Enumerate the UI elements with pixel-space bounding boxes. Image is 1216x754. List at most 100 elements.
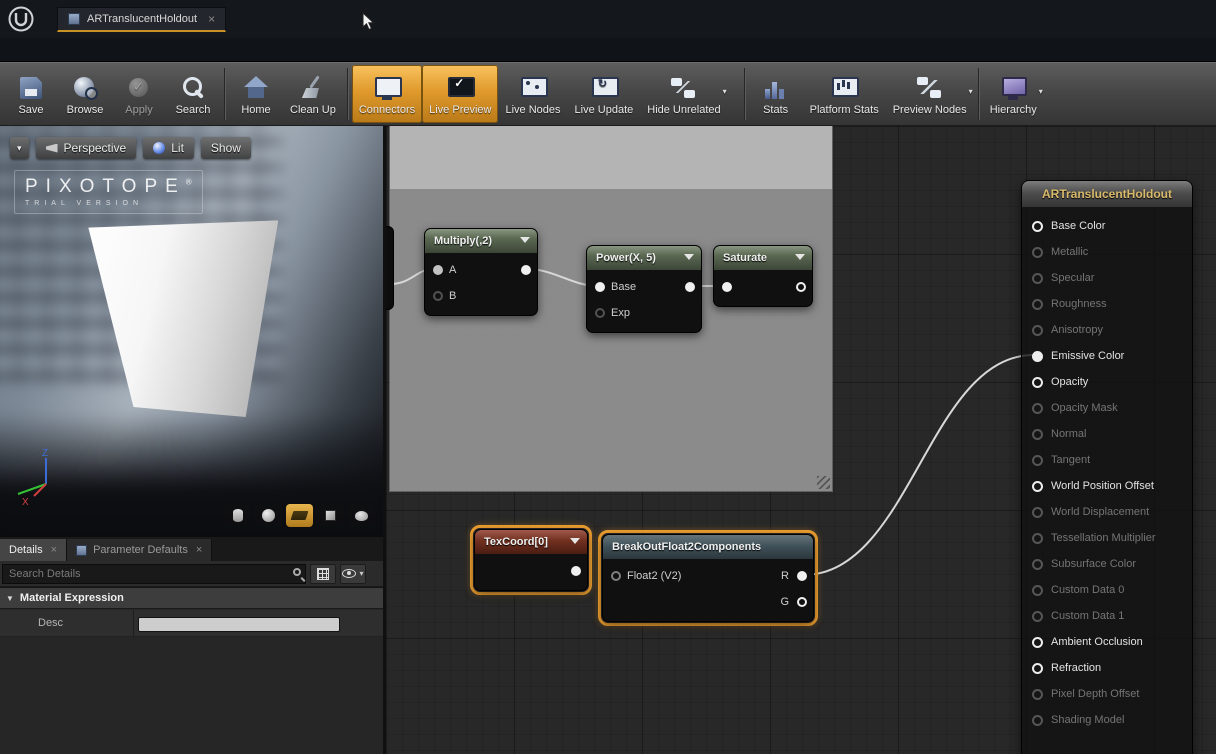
pin-icon[interactable] — [1032, 715, 1043, 726]
material-pin-row[interactable]: Emissive Color — [1022, 343, 1192, 369]
toolbar-button[interactable]: Stats ▾ — [749, 65, 803, 123]
node-header[interactable]: Power(X, 5) — [587, 246, 701, 270]
material-pin-row[interactable]: Subsurface Color — [1022, 551, 1192, 577]
dropdown-caret-icon[interactable]: ▾ — [1039, 87, 1043, 96]
pin-icon[interactable] — [1032, 299, 1043, 310]
toolbar-button[interactable]: Connectors ▾ — [352, 65, 422, 123]
partially-visible-node[interactable] — [386, 226, 394, 310]
pin-icon[interactable] — [1032, 221, 1043, 232]
material-pin-row[interactable]: Normal — [1022, 421, 1192, 447]
show-button[interactable]: Show — [201, 137, 251, 159]
input-pin-float2[interactable] — [611, 571, 621, 581]
document-tab[interactable]: ARTranslucentHoldout × — [57, 7, 226, 32]
collapse-caret-icon[interactable] — [795, 254, 805, 260]
node-header[interactable]: Multiply(,2) — [425, 229, 537, 253]
pin-icon[interactable] — [1032, 611, 1043, 622]
shape-teapot-button[interactable] — [348, 504, 375, 527]
material-pin-row[interactable]: Ambient Occlusion — [1022, 629, 1192, 655]
output-pin[interactable] — [521, 265, 531, 275]
material-node-header[interactable]: ARTranslucentHoldout — [1022, 181, 1192, 207]
toolbar-button[interactable]: Search ▾ — [166, 65, 220, 123]
material-pin-row[interactable]: Opacity Mask — [1022, 395, 1192, 421]
shape-plane-button[interactable] — [286, 504, 313, 527]
tab-details[interactable]: Details × — [0, 539, 67, 561]
shape-cylinder-button[interactable] — [224, 504, 251, 527]
material-pin-row[interactable]: Anisotropy — [1022, 317, 1192, 343]
toolbar-button[interactable]: Hide Unrelated ▾ — [640, 65, 727, 123]
material-pin-row[interactable]: Pixel Depth Offset — [1022, 681, 1192, 707]
material-pin-row[interactable]: Refraction — [1022, 655, 1192, 681]
pin-icon[interactable] — [1032, 507, 1043, 518]
toolbar-button[interactable]: Save ▾ — [4, 65, 58, 123]
toolbar-button[interactable]: Home ▾ — [229, 65, 283, 123]
pin-icon[interactable] — [1032, 533, 1043, 544]
pin-icon[interactable] — [1032, 429, 1043, 440]
pin-icon[interactable] — [1032, 663, 1043, 674]
node-header[interactable]: BreakOutFloat2Components — [603, 535, 813, 559]
material-pin-row[interactable]: Shading Model — [1022, 707, 1192, 733]
collapse-triangle-icon[interactable]: ▼ — [6, 594, 14, 603]
toolbar-button[interactable]: Apply ▾ — [112, 65, 166, 123]
pin-icon[interactable] — [1032, 325, 1043, 336]
viewport-options-dropdown[interactable]: ▾ — [10, 137, 29, 159]
shape-sphere-button[interactable] — [255, 504, 282, 527]
search-details-input[interactable] — [2, 564, 306, 584]
pin-icon[interactable] — [1032, 403, 1043, 414]
comment-resize-handle[interactable] — [817, 476, 830, 489]
input-pin-a[interactable] — [433, 265, 443, 275]
toolbar-button[interactable]: Live Preview ▾ — [422, 65, 498, 123]
lit-mode-button[interactable]: Lit — [143, 137, 194, 159]
menu-item[interactable] — [82, 47, 108, 53]
material-pin-row[interactable]: Tangent — [1022, 447, 1192, 473]
node-power[interactable]: Power(X, 5) Base Exp — [586, 245, 702, 333]
menu-item[interactable] — [56, 47, 82, 53]
collapse-caret-icon[interactable] — [520, 237, 530, 243]
pin-icon[interactable] — [1032, 455, 1043, 466]
node-multiply[interactable]: Multiply(,2) A B — [424, 228, 538, 316]
output-pin[interactable] — [796, 282, 806, 292]
node-saturate[interactable]: Saturate — [713, 245, 813, 307]
toolbar-button[interactable]: Live Nodes ▾ — [498, 65, 567, 123]
toolbar-button[interactable]: Platform Stats ▾ — [803, 65, 886, 123]
pin-icon[interactable] — [1032, 273, 1043, 284]
toolbar-button[interactable]: Clean Up ▾ — [283, 65, 343, 123]
material-pin-row[interactable]: Base Color — [1022, 213, 1192, 239]
node-header[interactable]: Saturate — [714, 246, 812, 270]
output-pin[interactable] — [571, 566, 581, 576]
node-texcoord[interactable]: TexCoord[0] — [474, 529, 588, 591]
pin-icon[interactable] — [1032, 585, 1043, 596]
material-pin-row[interactable]: World Displacement — [1022, 499, 1192, 525]
tab-close-icon[interactable]: × — [208, 12, 215, 26]
comment-node-header[interactable] — [390, 126, 832, 189]
pin-icon[interactable] — [1032, 377, 1043, 388]
material-pin-row[interactable]: Opacity — [1022, 369, 1192, 395]
material-pin-row[interactable]: Tessellation Multiplier — [1022, 525, 1192, 551]
pin-icon[interactable] — [1032, 247, 1043, 258]
input-pin-exp[interactable] — [595, 308, 605, 318]
menu-item[interactable] — [108, 47, 134, 53]
material-pin-row[interactable]: Specular — [1022, 265, 1192, 291]
desc-input[interactable] — [138, 617, 340, 632]
preview-viewport[interactable]: ▾ Perspective Lit Show PIXOTOPE® TRIAL V… — [0, 126, 383, 537]
material-pin-row[interactable]: Roughness — [1022, 291, 1192, 317]
dropdown-caret-icon[interactable]: ▾ — [723, 87, 727, 96]
tab-parameter-defaults[interactable]: Parameter Defaults × — [67, 539, 212, 561]
material-pin-row[interactable]: Custom Data 0 — [1022, 577, 1192, 603]
pin-icon[interactable] — [1032, 637, 1043, 648]
collapse-caret-icon[interactable] — [570, 538, 580, 544]
pin-icon[interactable] — [1032, 559, 1043, 570]
shape-cube-button[interactable] — [317, 504, 344, 527]
perspective-button[interactable]: Perspective — [36, 137, 137, 159]
pin-icon[interactable] — [1032, 351, 1043, 362]
node-header[interactable]: TexCoord[0] — [475, 530, 587, 554]
output-pin-g[interactable] — [797, 597, 807, 607]
material-pin-row[interactable]: World Position Offset — [1022, 473, 1192, 499]
input-pin-b[interactable] — [433, 291, 443, 301]
node-breakoutfloat2components[interactable]: BreakOutFloat2Components Float2 (V2) R G — [602, 534, 814, 622]
toolbar-button[interactable]: Browse ▾ — [58, 65, 112, 123]
input-pin-base[interactable] — [595, 282, 605, 292]
tab-close-icon[interactable]: × — [196, 544, 202, 556]
pin-icon[interactable] — [1032, 481, 1043, 492]
material-graph-canvas[interactable]: Multiply(,2) A B Power(X, 5) — [386, 126, 1216, 754]
material-pin-row[interactable]: Metallic — [1022, 239, 1192, 265]
